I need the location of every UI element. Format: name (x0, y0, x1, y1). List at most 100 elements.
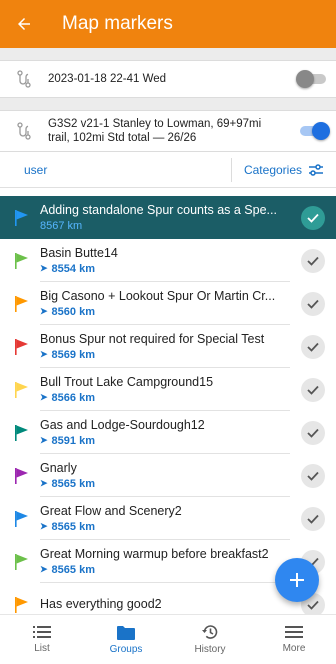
direction-arrow-icon: ➤ (40, 263, 48, 273)
marker-info: Gnarly ➤ 8565 km (40, 454, 290, 497)
page-title: Map markers (62, 13, 173, 34)
marker-name: Bonus Spur not required for Special Test (40, 331, 265, 346)
marker-row[interactable]: Bonus Spur not required for Special Test… (0, 325, 336, 368)
mark-passed-button[interactable] (290, 248, 336, 273)
nav-list[interactable]: List (0, 615, 84, 664)
marker-list[interactable]: Adding standalone Spur counts as a Spe..… (0, 196, 336, 614)
mark-passed-button[interactable] (290, 463, 336, 488)
flag-icon (0, 510, 40, 527)
direction-arrow-icon: ➤ (40, 435, 48, 445)
app-bar: Map markers (0, 0, 336, 48)
marker-name: Great Flow and Scenery2 (40, 503, 182, 518)
toggle-switch-on[interactable] (300, 122, 330, 140)
flag-icon (0, 596, 40, 613)
marker-distance: ➤ 8565 km (40, 564, 284, 576)
marker-name: Gas and Lodge-Sourdough12 (40, 417, 205, 432)
marker-row[interactable]: Basin Butte14 ➤ 8554 km (0, 239, 336, 282)
flag-icon (0, 295, 40, 312)
check-icon (301, 334, 325, 359)
marker-distance: ➤ 8569 km (40, 349, 284, 361)
marker-name: Gnarly (40, 460, 77, 475)
distance-value: 8567 km (40, 220, 83, 232)
marker-row[interactable]: Gas and Lodge-Sourdough12 ➤ 8591 km (0, 411, 336, 454)
flag-icon (0, 252, 40, 269)
nav-history[interactable]: History (168, 615, 252, 664)
section-gap (0, 98, 336, 110)
history-icon (202, 625, 218, 639)
marker-info: Has everything good2 (40, 583, 290, 614)
track-row[interactable]: G3S2 v21-1 Stanley to Lowman, 69+97mi tr… (0, 110, 336, 152)
mark-passed-button[interactable] (290, 420, 336, 445)
arrow-left-icon (18, 18, 30, 30)
nav-label: Groups (109, 643, 143, 655)
flag-icon (0, 338, 40, 355)
track-toggle[interactable] (290, 70, 336, 88)
user-filter[interactable]: user (24, 163, 231, 177)
distance-value: 8565 km (51, 477, 95, 490)
marker-name: Has everything good2 (40, 597, 162, 611)
marker-row[interactable]: Gnarly ➤ 8565 km (0, 454, 336, 497)
distance-value: 8569 km (51, 348, 95, 361)
check-icon (301, 377, 325, 402)
nav-label: List (34, 643, 50, 654)
marker-distance: 8567 km (40, 220, 284, 232)
distance-value: 8566 km (51, 391, 95, 404)
mark-passed-button[interactable] (290, 377, 336, 402)
track-row[interactable]: 2023-01-18 22-41 Wed (0, 60, 336, 98)
nav-label: History (194, 644, 226, 655)
mark-passed-button[interactable] (290, 291, 336, 316)
marker-info: Great Morning warmup before breakfast2 ➤ 8… (40, 540, 290, 583)
check-icon (301, 463, 325, 488)
back-button[interactable] (0, 0, 48, 48)
marker-info: Adding standalone Spur counts as a Spe..… (40, 196, 290, 239)
marker-info: Bull Trout Lake Campground15 ➤ 8566 km (40, 368, 290, 411)
direction-arrow-icon: ➤ (40, 564, 48, 574)
check-icon (301, 420, 325, 445)
distance-value: 8565 km (51, 563, 95, 576)
nav-groups[interactable]: Groups (84, 615, 168, 664)
marker-row[interactable]: Adding standalone Spur counts as a Spe..… (0, 196, 336, 239)
nav-label: More (282, 643, 306, 654)
marker-distance: ➤ 8554 km (40, 263, 284, 275)
categories-button[interactable]: Categories (244, 163, 324, 177)
marker-name: Bull Trout Lake Campground15 (40, 374, 214, 389)
marker-info: Gas and Lodge-Sourdough12 ➤ 8591 km (40, 411, 290, 454)
marker-distance: ➤ 8560 km (40, 306, 284, 318)
add-marker-button[interactable] (275, 558, 319, 602)
distance-value: 8591 km (51, 434, 95, 447)
sliders-icon (309, 163, 323, 176)
nav-more[interactable]: More (252, 615, 336, 664)
marker-row[interactable]: Great Flow and Scenery2 ➤ 8565 km (0, 497, 336, 540)
check-icon (301, 506, 325, 531)
marker-distance: ➤ 8566 km (40, 392, 284, 404)
direction-arrow-icon: ➤ (40, 392, 48, 402)
mark-passed-button[interactable] (290, 205, 336, 230)
mark-passed-button[interactable] (290, 506, 336, 531)
bottom-navigation: List Groups History More (0, 614, 336, 664)
route-icon (0, 70, 48, 88)
marker-info: Bonus Spur not required for Special Test… (40, 325, 290, 368)
track-label: 2023-01-18 22-41 Wed (48, 73, 167, 85)
track-toggle[interactable] (290, 122, 336, 140)
distance-value: 8554 km (51, 262, 95, 275)
flag-icon (0, 424, 40, 441)
direction-arrow-icon: ➤ (40, 521, 48, 531)
marker-distance: ➤ 8591 km (40, 435, 284, 447)
mark-passed-button[interactable] (290, 334, 336, 359)
filter-bar: user Categories (0, 152, 336, 188)
marker-row[interactable]: Big Casono + Lookout Spur Or Martin Cr..… (0, 282, 336, 325)
marker-distance: ➤ 8565 km (40, 478, 284, 490)
direction-arrow-icon: ➤ (40, 349, 48, 359)
flag-icon (0, 209, 40, 226)
menu-icon (285, 626, 303, 638)
section-gap (0, 48, 336, 60)
marker-row[interactable]: Bull Trout Lake Campground15 ➤ 8566 km (0, 368, 336, 411)
divider (230, 157, 232, 182)
marker-distance: ➤ 8565 km (40, 521, 284, 533)
route-icon (0, 122, 48, 140)
distance-value: 8565 km (51, 520, 95, 533)
flag-icon (0, 467, 40, 484)
marker-name: Great Morning warmup before breakfast2 (40, 546, 269, 561)
marker-info: Big Casono + Lookout Spur Or Martin Cr..… (40, 282, 290, 325)
toggle-switch-off[interactable] (296, 70, 326, 88)
